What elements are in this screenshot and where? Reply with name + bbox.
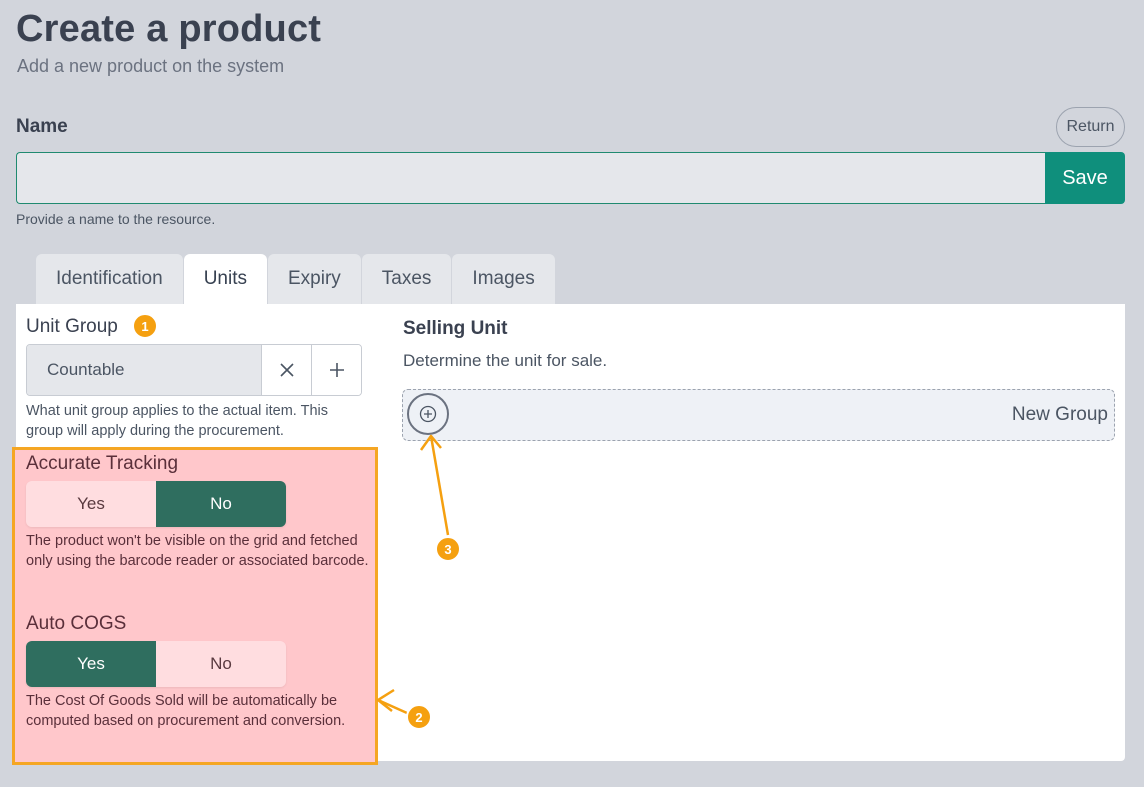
annotation-arrows (376, 434, 450, 715)
annotation-badge-3: 3 (435, 536, 461, 562)
annotation-arrowhead-2 (376, 688, 395, 712)
annotation-badge-2: 2 (406, 704, 432, 730)
annotation-arrow-3 (429, 435, 450, 536)
